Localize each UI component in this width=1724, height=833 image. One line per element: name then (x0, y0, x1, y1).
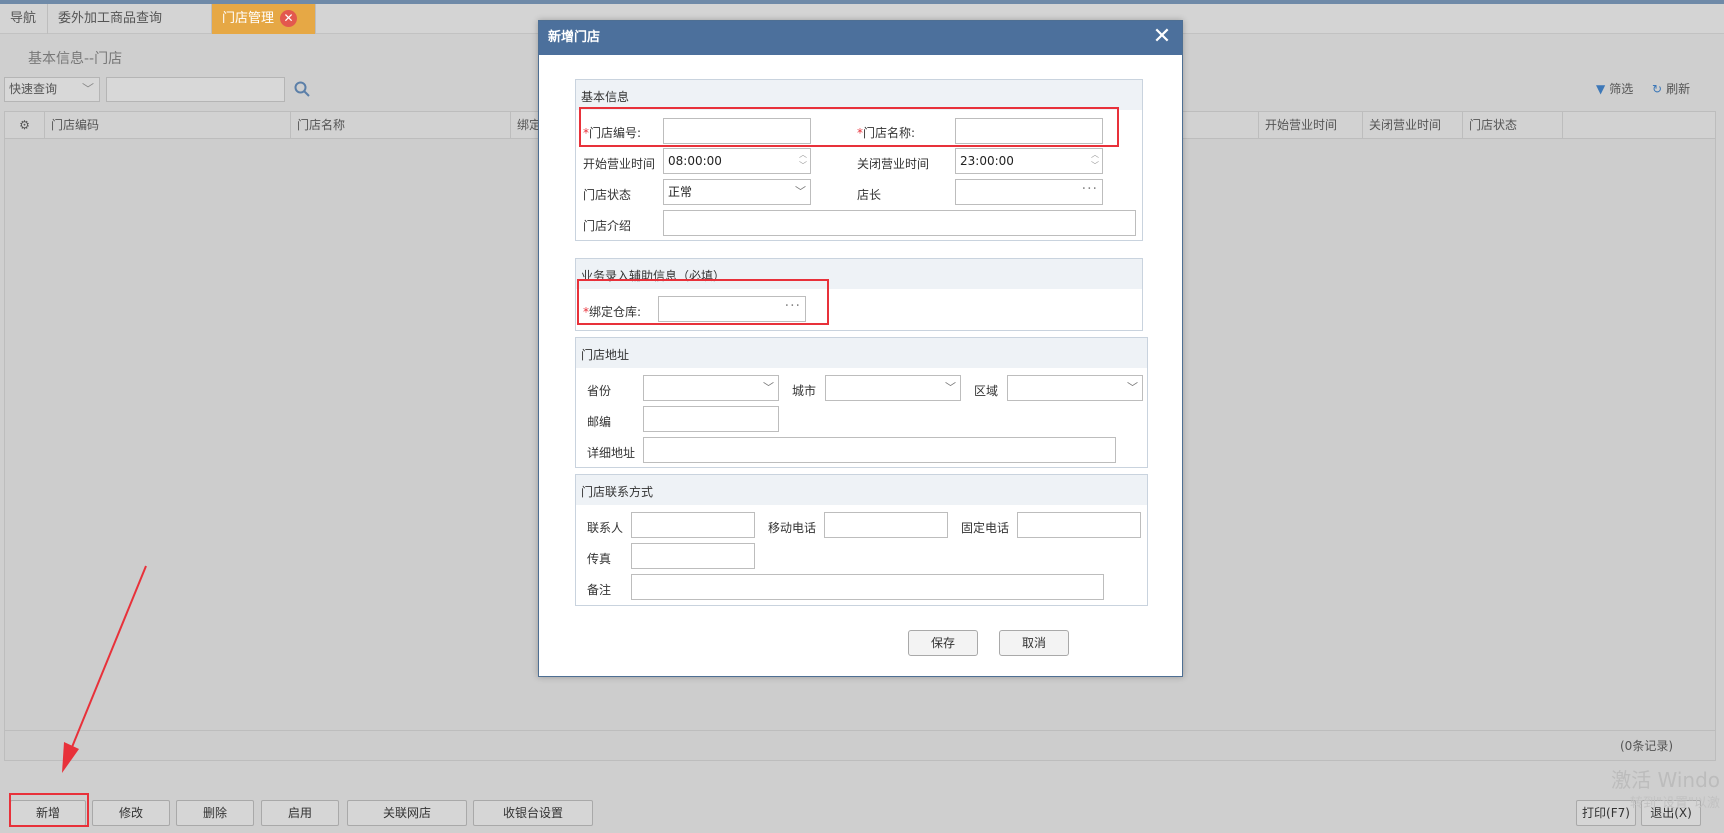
chevron-down-icon: ﹀ (81, 82, 94, 96)
store-status-value: 正常 (668, 185, 693, 199)
close-time-value: 23:00:00 (960, 154, 1014, 168)
enable-button[interactable]: 启用 (261, 800, 339, 826)
close-time-label: 关闭营业时间 (857, 157, 930, 171)
section-basic-header: 基本信息 (576, 80, 1142, 110)
breadcrumb: 基本信息--门店 (28, 51, 123, 67)
time-stepper-icon[interactable]: ︿ ﹀ (1090, 149, 1100, 173)
province-select[interactable]: ﹀ (643, 375, 779, 401)
annotation-box-warehouse (577, 279, 829, 325)
manager-label: 店长 (857, 188, 882, 202)
search-icon[interactable] (293, 80, 311, 98)
remark-label: 备注 (587, 583, 612, 597)
delete-button[interactable]: 删除 (176, 800, 254, 826)
intro-label: 门店介绍 (583, 219, 632, 233)
chevron-down-icon: ﹀ (1127, 381, 1138, 394)
remark-input[interactable] (631, 574, 1104, 600)
quick-query-select[interactable]: 快速查询 ﹀ (4, 77, 100, 102)
section-address-header: 门店地址 (576, 338, 1147, 368)
open-time-label: 开始营业时间 (583, 157, 656, 171)
activation-watermark: 激活 Windo (1611, 768, 1720, 792)
contact-person-label: 联系人 (587, 521, 624, 535)
tab-outsourcing-query[interactable]: 委外加工商品查询 (48, 4, 212, 34)
time-stepper-icon[interactable]: ︿ ﹀ (798, 149, 808, 173)
grid-footer: (0条记录) (5, 730, 1715, 760)
open-time-value: 08:00:00 (668, 154, 722, 168)
tab-outsourcing-label: 委外加工商品查询 (58, 11, 163, 26)
open-time-input[interactable]: 08:00:00 ︿ ﹀ (663, 148, 811, 174)
cashier-settings-button[interactable]: 收银台设置 (473, 800, 593, 826)
edit-button[interactable]: 修改 (92, 800, 170, 826)
mobile-input[interactable] (824, 512, 948, 538)
chevron-down-icon: ﹀ (945, 381, 956, 394)
phone-input[interactable] (1017, 512, 1141, 538)
more-icon[interactable]: ··· (1082, 177, 1098, 201)
filter-icon: ▼ (1596, 82, 1606, 96)
detail-address-label: 详细地址 (587, 446, 636, 460)
print-button[interactable]: 打印(F7) (1576, 800, 1636, 826)
col-store-code[interactable]: 门店编码 (45, 112, 291, 139)
chevron-down-icon: ﹀ (795, 185, 806, 198)
tab-store-label: 门店管理 (222, 11, 275, 26)
col-store-status[interactable]: 门店状态 (1463, 112, 1563, 139)
col-close-time[interactable]: 关闭营业时间 (1363, 112, 1463, 139)
activation-watermark-sub: 转到"设置"以激 (1630, 796, 1720, 811)
search-input[interactable] (106, 77, 285, 102)
dialog-title: 新增门店 (539, 21, 1182, 55)
mobile-label: 移动电话 (768, 521, 817, 535)
intro-input[interactable] (663, 210, 1136, 236)
annotation-box-required-fields (579, 107, 1119, 147)
tab-nav-label: 导航 (10, 11, 37, 26)
store-status-label: 门店状态 (583, 188, 632, 202)
record-count: (0条记录) (1620, 739, 1673, 753)
postcode-input[interactable] (643, 406, 779, 432)
section-contact-header: 门店联系方式 (576, 475, 1147, 505)
phone-label: 固定电话 (961, 521, 1010, 535)
col-store-name[interactable]: 门店名称 (291, 112, 511, 139)
col-open-time[interactable]: 开始营业时间 (1259, 112, 1363, 139)
link-online-store-button[interactable]: 关联网店 (347, 800, 467, 826)
cancel-button[interactable]: 取消 (999, 630, 1069, 656)
tab-store-management[interactable]: 门店管理 ✕ (212, 4, 316, 34)
fax-input[interactable] (631, 543, 755, 569)
postcode-label: 邮编 (587, 415, 612, 429)
refresh-icon: ↻ (1652, 82, 1663, 96)
save-button[interactable]: 保存 (908, 630, 978, 656)
annotation-box-add (9, 793, 89, 827)
close-time-input[interactable]: 23:00:00 ︿ ﹀ (955, 148, 1103, 174)
district-select[interactable]: ﹀ (1007, 375, 1143, 401)
contact-person-input[interactable] (631, 512, 755, 538)
city-select[interactable]: ﹀ (825, 375, 961, 401)
quick-query-value: 快速查询 (9, 82, 58, 96)
filter-label: 筛选 (1609, 82, 1634, 96)
chevron-down-icon: ﹀ (763, 381, 774, 394)
fax-label: 传真 (587, 552, 612, 566)
province-label: 省份 (587, 384, 612, 398)
refresh-label: 刷新 (1666, 82, 1691, 96)
bottom-toolbar: 新增 修改 删除 启用 关联网店 收银台设置 打印(F7) 退出(X) (0, 792, 1724, 833)
close-icon[interactable]: ✕ (1150, 25, 1174, 49)
tab-close-icon[interactable]: ✕ (280, 10, 298, 27)
detail-address-input[interactable] (643, 437, 1116, 463)
grid-settings-icon[interactable]: ⚙ (5, 112, 45, 139)
manager-picker[interactable]: ··· (955, 179, 1103, 205)
store-status-select[interactable]: 正常 ﹀ (663, 179, 811, 205)
district-label: 区域 (974, 384, 999, 398)
city-label: 城市 (792, 384, 817, 398)
filter-button[interactable]: ▼ 筛选 (1596, 80, 1633, 97)
refresh-button[interactable]: ↻ 刷新 (1652, 80, 1690, 97)
tab-nav[interactable]: 导航 (0, 4, 48, 34)
